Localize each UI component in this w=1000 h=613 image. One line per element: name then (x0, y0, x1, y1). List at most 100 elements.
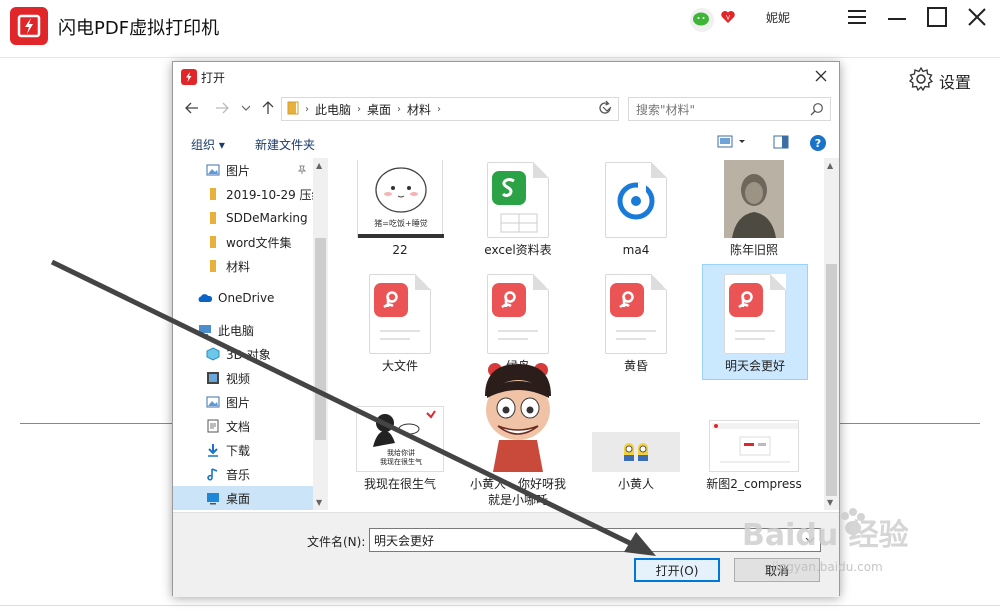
view-options-icon[interactable] (717, 135, 747, 152)
dialog-title-bar: 打开 (173, 62, 839, 92)
app-logo (10, 7, 48, 45)
pdf-badge-icon (492, 283, 526, 317)
nav-item-music[interactable]: 音乐 (173, 462, 313, 486)
file-item-selected[interactable]: 明天会更好 (702, 264, 808, 380)
minimize-icon[interactable] (884, 4, 910, 30)
nav-item-this-pc[interactable]: 此电脑 (173, 318, 313, 342)
nav-scrollbar-thumb[interactable] (315, 238, 326, 440)
open-file-dialog: 打开 › 此电脑 › 桌面 › 材料 › 搜索"材料" 组织 ▾ 新建文件夹 ?… (172, 61, 840, 597)
image-thumbnail (592, 432, 680, 472)
file-item[interactable]: 小黄人 (583, 386, 689, 492)
breadcrumb-desktop[interactable]: 桌面 (367, 101, 391, 118)
help-icon[interactable]: ? (809, 134, 827, 155)
close-icon[interactable] (964, 4, 990, 30)
username[interactable]: 妮妮 (766, 9, 790, 26)
dialog-close-icon[interactable] (811, 66, 831, 86)
file-name: 新图2_compress (706, 477, 802, 491)
settings-label: 设置 (939, 73, 972, 92)
nav-item-downloads[interactable]: 下载 (173, 438, 313, 462)
pdf-file-icon (724, 274, 786, 354)
preview-pane-icon[interactable] (773, 135, 789, 152)
address-bar[interactable]: › 此电脑 › 桌面 › 材料 › (281, 97, 619, 121)
dialog-toolbar: 组织 ▾ 新建文件夹 ? (173, 128, 839, 158)
folder-icon (210, 236, 216, 248)
nav-scrollbar[interactable]: ▲ ▼ (313, 158, 328, 510)
nav-item-onedrive[interactable]: OneDrive (173, 286, 313, 310)
file-name: ma4 (622, 243, 650, 257)
nav-item-word-collection[interactable]: word文件集 (173, 230, 313, 254)
maximize-icon[interactable] (924, 4, 950, 30)
dialog-title: 打开 (201, 71, 226, 85)
breadcrumb-materials[interactable]: 材料 (407, 101, 431, 118)
up-arrow-icon[interactable] (259, 99, 277, 117)
file-list-scrollbar-thumb[interactable] (826, 264, 837, 496)
pin-icon (297, 165, 307, 174)
downloads-icon (208, 444, 218, 457)
folder-icon (210, 188, 216, 200)
nav-item-videos[interactable]: 视频 (173, 366, 313, 390)
nav-item-sddemarking[interactable]: SDDeMarking (173, 206, 313, 230)
documents-icon (207, 419, 219, 433)
file-name: excel资料表 (484, 243, 552, 257)
watermark-url: jingyan.baidu.com (772, 560, 883, 574)
videos-icon (207, 372, 219, 384)
image-thumbnail: 我给你讲 我现在很生气 (356, 406, 444, 472)
search-input[interactable]: 搜索"材料" (628, 97, 831, 121)
file-name: 黄昏 (623, 359, 648, 373)
file-name: 小黄人 - 你好呀我就是小哪吒 (470, 477, 566, 507)
file-item[interactable]: 我给你讲 我现在很生气 我现在很生气 (347, 386, 453, 492)
recent-dropdown-icon[interactable] (237, 99, 255, 117)
file-name: 陈年旧照 (729, 243, 778, 257)
nav-item-desktop[interactable]: 桌面 (173, 486, 313, 510)
file-item[interactable]: 小黄人 - 你好呀我就是小哪吒 (465, 354, 571, 508)
breadcrumb-this-pc[interactable]: 此电脑 (315, 101, 351, 118)
image-thumbnail (709, 420, 799, 472)
file-item[interactable]: 新图2_compress (701, 386, 807, 492)
wechat-icon[interactable] (688, 7, 716, 36)
pictures-icon (206, 396, 220, 408)
image-thumbnail: 猪=吃饭+睡觉 (347, 158, 453, 238)
app-logo-small-icon (181, 69, 197, 85)
nav-item-pictures-quick[interactable]: 图片 (173, 158, 313, 182)
file-item[interactable]: 黄昏 (583, 268, 689, 374)
organize-menu[interactable]: 组织 ▾ (191, 136, 225, 153)
file-item[interactable]: 猪=吃饭+睡觉 22 (347, 158, 453, 258)
navigation-pane: 图片 2019-10-29 压缩 SDDeMarking word文件集 材料 … (173, 158, 328, 510)
pdf-file-icon (605, 274, 667, 354)
search-icon (810, 102, 824, 119)
nav-item-3d-objects[interactable]: 3D 对象 (173, 342, 313, 366)
nav-item-pictures[interactable]: 图片 (173, 390, 313, 414)
new-folder-button[interactable]: 新建文件夹 (255, 136, 315, 153)
chevron-right-icon: › (397, 103, 402, 115)
nav-item-materials[interactable]: 材料 (173, 254, 313, 278)
menu-icon[interactable] (844, 4, 870, 30)
file-item[interactable]: 大文件 (347, 268, 453, 374)
forward-arrow-icon[interactable] (213, 99, 231, 117)
vip-heart-icon[interactable]: V (720, 9, 736, 28)
file-name: 22 (392, 243, 408, 257)
nav-item-documents[interactable]: 文档 (173, 414, 313, 438)
settings-button[interactable]: 设置 (908, 66, 971, 96)
open-button[interactable]: 打开(O) (634, 558, 720, 582)
excel-file-icon (487, 162, 549, 238)
back-arrow-icon[interactable] (183, 99, 201, 117)
music-icon (207, 468, 218, 481)
media-file-icon (605, 162, 667, 238)
folder-icon (210, 212, 216, 224)
nav-item-folder-2019[interactable]: 2019-10-29 压缩 (173, 182, 313, 206)
footer-divider (0, 605, 1000, 606)
watermark-brand: Baidu 经验 (742, 518, 909, 553)
filename-value: 明天会更好 (374, 533, 435, 548)
chevron-right-icon: › (305, 103, 309, 115)
file-name: 大文件 (381, 359, 418, 373)
this-pc-icon (199, 325, 211, 336)
scroll-down-icon: ▼ (827, 498, 834, 507)
refresh-icon[interactable] (597, 99, 613, 120)
file-item[interactable]: ma4 (583, 158, 689, 258)
file-item[interactable]: excel资料表 (465, 158, 571, 258)
file-list-scrollbar[interactable]: ▲ ▼ (824, 158, 839, 510)
pdf-badge-icon (610, 283, 644, 317)
pdf-badge-icon (729, 283, 763, 317)
image-thumbnail (465, 354, 571, 472)
file-item[interactable]: 陈年旧照 (701, 158, 807, 258)
